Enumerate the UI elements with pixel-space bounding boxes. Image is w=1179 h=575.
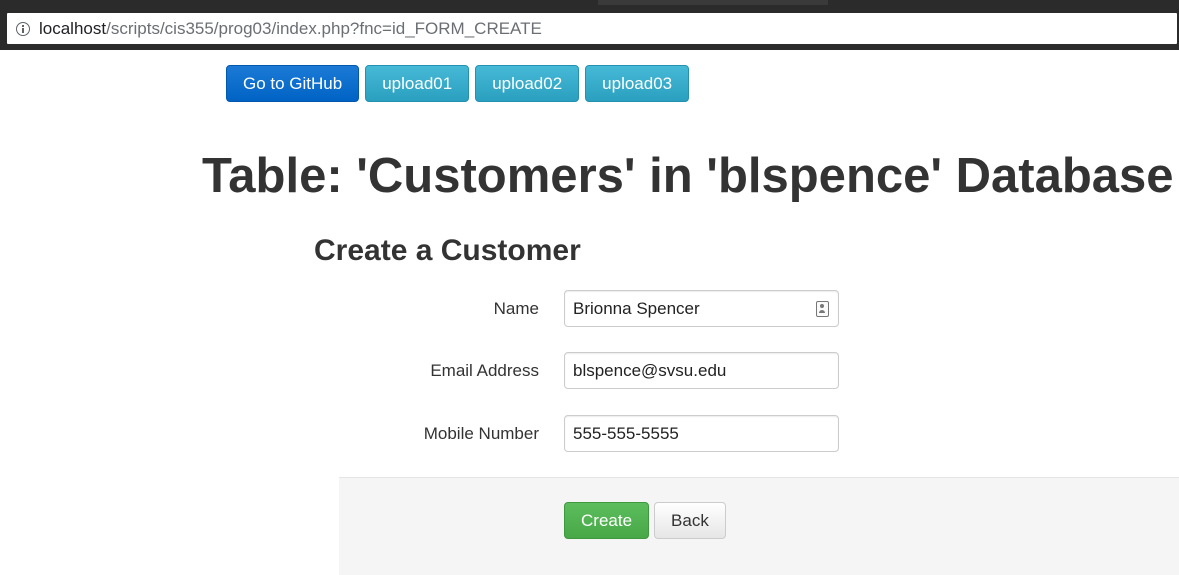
form-actions-buttons: Create Back (564, 502, 726, 539)
form-row-mobile: Mobile Number (300, 415, 860, 453)
name-input[interactable] (564, 290, 839, 327)
form-row-email: Email Address (300, 352, 860, 390)
upload03-button[interactable]: upload03 (585, 65, 690, 102)
create-button[interactable]: Create (564, 502, 650, 539)
form-actions: Create Back (339, 477, 1179, 575)
email-label: Email Address (430, 361, 539, 380)
name-label: Name (493, 299, 539, 318)
browser-address-bar: localhost/scripts/cis355/prog03/index.ph… (0, 10, 1179, 50)
contact-card-icon[interactable] (816, 301, 829, 317)
browser-tab[interactable] (598, 0, 828, 5)
url-field[interactable]: localhost/scripts/cis355/prog03/index.ph… (7, 13, 1177, 44)
form-title: Create a Customer (314, 234, 581, 267)
form-row-name: Name (300, 290, 860, 328)
upload01-button[interactable]: upload01 (365, 65, 470, 102)
url-path: /scripts/cis355/prog03/index.php?fnc=id_… (106, 18, 542, 38)
url-text[interactable]: localhost/scripts/cis355/prog03/index.ph… (39, 19, 542, 39)
top-nav: Go to GitHub upload01 upload02 upload03 (226, 65, 690, 102)
url-host: localhost (39, 18, 107, 38)
go-to-github-button[interactable]: Go to GitHub (226, 65, 360, 102)
email-input[interactable] (564, 352, 839, 389)
back-button[interactable]: Back (654, 502, 726, 539)
browser-tab-strip (0, 0, 1179, 10)
page-title: Table: 'Customers' in 'blspence' Databas… (202, 149, 1174, 203)
mobile-input[interactable] (564, 415, 839, 452)
site-info-icon[interactable] (16, 21, 30, 36)
upload02-button[interactable]: upload02 (475, 65, 580, 102)
mobile-label: Mobile Number (423, 424, 539, 443)
